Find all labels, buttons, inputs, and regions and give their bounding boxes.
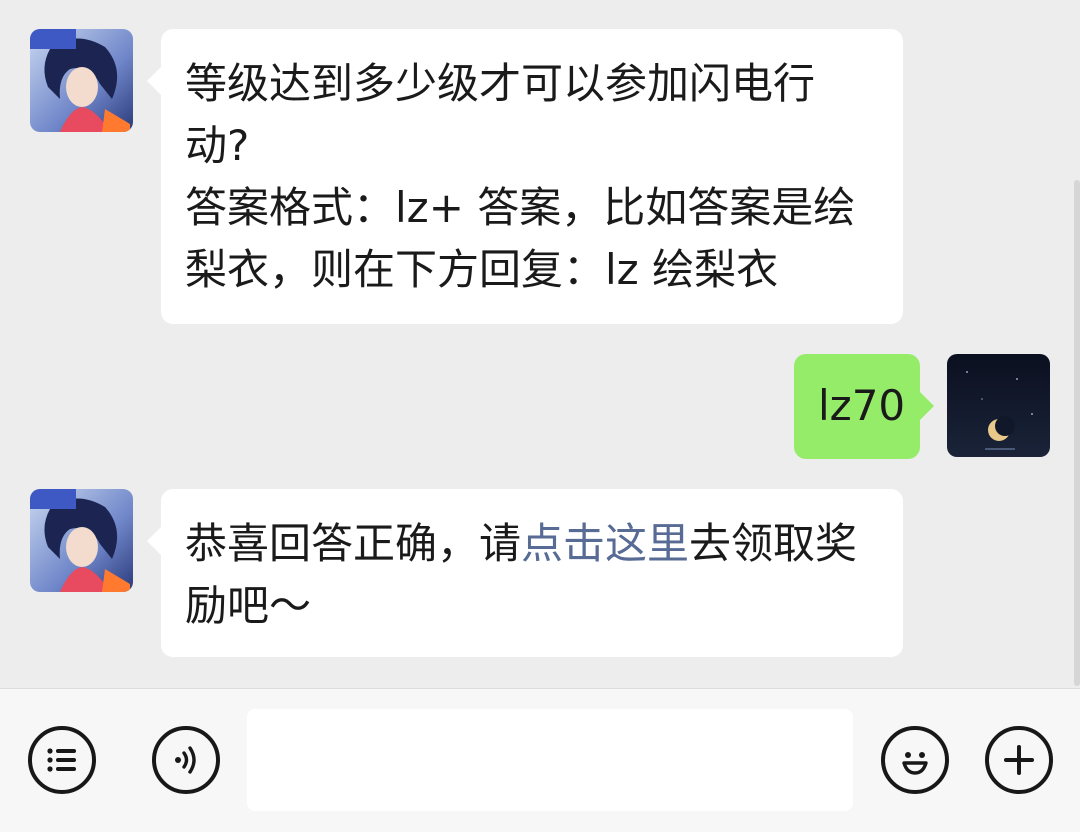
claim-reward-link[interactable]: 点击这里: [521, 519, 689, 568]
emoji-icon: [902, 752, 928, 775]
message-line: 励吧～: [185, 581, 312, 630]
game-character-icon: [30, 489, 133, 592]
chat-area: 等级达到多少级才可以参加闪电行 动? 答案格式：lz+ 答案，比如答案是绘 梨衣…: [0, 0, 1080, 688]
list-menu-icon: [47, 748, 76, 772]
message-bubble-question[interactable]: 等级达到多少级才可以参加闪电行 动? 答案格式：lz+ 答案，比如答案是绘 梨衣…: [147, 29, 903, 324]
message-line: 梨衣，则在下方回复：lz 绘梨衣: [185, 245, 779, 294]
message-line: 答案格式：lz+ 答案，比如答案是绘: [185, 183, 856, 232]
bot-avatar[interactable]: [30, 29, 133, 132]
input-toolbar: [0, 688, 1080, 832]
bot-avatar[interactable]: [30, 489, 133, 592]
message-input[interactable]: [247, 709, 853, 811]
add-button[interactable]: [985, 726, 1053, 794]
menu-button[interactable]: [28, 726, 96, 794]
game-character-icon: [30, 29, 133, 132]
message-line: 恭喜回答正确，请点击这里去领取奖: [185, 513, 879, 575]
crescent-moon-icon: [947, 354, 1050, 457]
voice-button[interactable]: [152, 726, 220, 794]
message-bubble-answer[interactable]: lz70: [794, 354, 934, 459]
plus-icon: [1004, 745, 1034, 775]
message-line: 等级达到多少级才可以参加闪电行: [185, 59, 816, 108]
message-text: 去领取奖: [689, 519, 858, 568]
emoji-button[interactable]: [881, 726, 949, 794]
message-text: lz70: [818, 381, 906, 430]
user-avatar[interactable]: [947, 354, 1050, 457]
voice-icon: [175, 746, 196, 774]
message-line: 动?: [185, 121, 250, 170]
message-bubble-reply[interactable]: 恭喜回答正确，请点击这里去领取奖 励吧～: [147, 489, 903, 657]
message-text: 恭喜回答正确，请: [185, 519, 522, 568]
scrollbar[interactable]: [1074, 180, 1080, 686]
